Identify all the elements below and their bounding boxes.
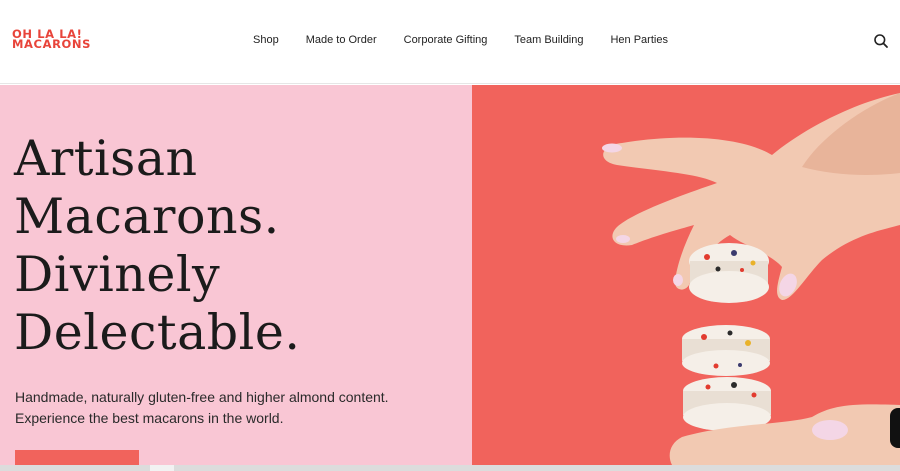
hero-image xyxy=(472,85,900,465)
headline-line-2: Macarons. xyxy=(14,188,280,245)
hero-headline: Artisan Macarons. Divinely Delectable. xyxy=(14,130,454,362)
hero-cta-button[interactable] xyxy=(15,450,139,465)
bottom-bar xyxy=(0,465,900,471)
logo-line-2: MACARONS xyxy=(12,37,92,51)
subtext-line-1: Handmade, naturally gluten-free and high… xyxy=(15,389,389,405)
site-header: OH LA LA! MACARONS Shop Made to Order Co… xyxy=(0,0,900,84)
headline-line-4: Delectable. xyxy=(14,304,301,361)
nav-made-to-order[interactable]: Made to Order xyxy=(306,34,377,48)
chat-widget-button[interactable] xyxy=(890,408,900,448)
bottom-bar-tab[interactable] xyxy=(150,465,174,471)
main-nav: Shop Made to Order Corporate Gifting Tea… xyxy=(253,34,668,48)
search-icon xyxy=(874,34,888,48)
headline-line-1: Artisan xyxy=(14,130,198,187)
nav-hen-parties[interactable]: Hen Parties xyxy=(610,34,667,48)
headline-line-3: Divinely xyxy=(14,246,221,303)
subtext-line-2: Experience the best macarons in the worl… xyxy=(15,410,284,426)
search-button[interactable] xyxy=(873,33,889,49)
brand-logo[interactable]: OH LA LA! MACARONS xyxy=(12,28,112,51)
hero-subtext: Handmade, naturally gluten-free and high… xyxy=(15,387,455,429)
hand-holding-macarons-image xyxy=(602,93,900,465)
nav-team-building[interactable]: Team Building xyxy=(514,34,583,48)
nav-shop[interactable]: Shop xyxy=(253,34,279,48)
nav-corporate-gifting[interactable]: Corporate Gifting xyxy=(404,34,488,48)
